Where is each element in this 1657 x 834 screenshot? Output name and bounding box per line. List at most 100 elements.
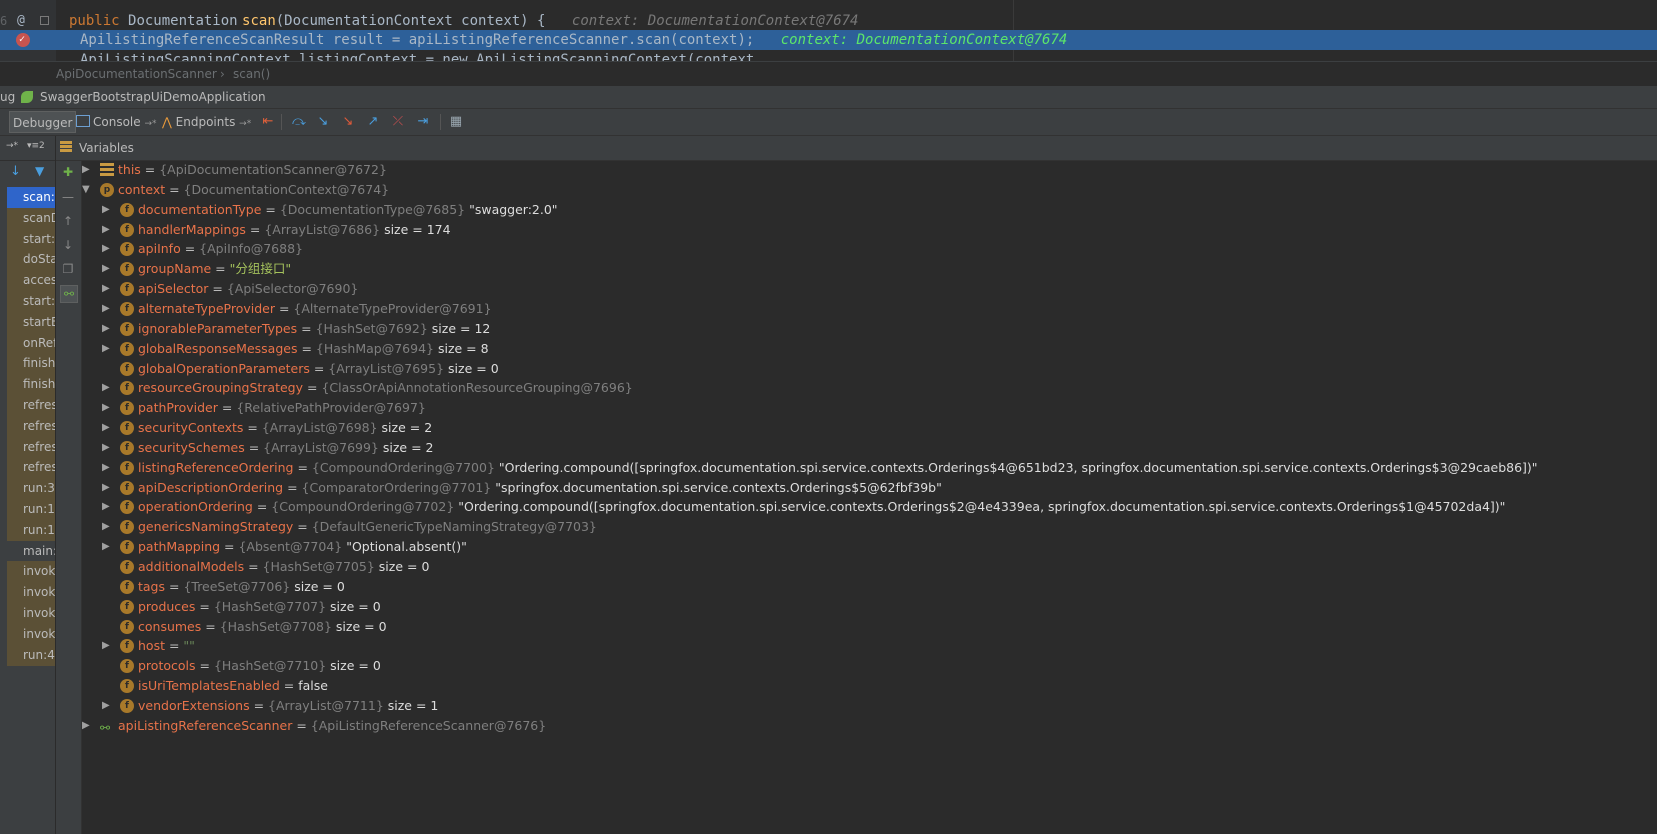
variable-row[interactable]: f protocols = {HashSet@7710} size = 0 bbox=[56, 656, 1657, 676]
variable-row[interactable]: ▶ f listingReferenceOrdering = {CompoundOr… bbox=[56, 458, 1657, 478]
variable-row[interactable]: ▶ f alternateTypeProvider = {AlternateType… bbox=[56, 299, 1657, 319]
expand-arrow-icon[interactable]: ▶ bbox=[102, 239, 112, 259]
variable-row[interactable]: ▶ f genericsNamingStrategy = {DefaultGener… bbox=[56, 517, 1657, 537]
frame-item[interactable]: main: bbox=[7, 540, 55, 562]
frame-item[interactable]: doSta bbox=[7, 249, 55, 271]
expand-arrow-icon[interactable]: ▶ bbox=[102, 398, 112, 418]
expand-arrow-icon[interactable]: ▶ bbox=[102, 478, 112, 498]
variable-row[interactable]: ▶ f host = "" bbox=[56, 636, 1657, 656]
expand-arrow-icon[interactable]: ▶ bbox=[102, 517, 112, 537]
variable-row[interactable]: f tags = {TreeSet@7706} size = 0 bbox=[56, 577, 1657, 597]
variable-row[interactable]: ▶ f pathMapping = {Absent@7704} "Optional.… bbox=[56, 537, 1657, 557]
variable-row[interactable]: ▶ f vendorExtensions = {ArrayList@7711} si… bbox=[56, 696, 1657, 716]
fold-icon[interactable] bbox=[40, 16, 49, 25]
expand-arrow-icon[interactable]: ▶ bbox=[102, 438, 112, 458]
tab-debugger[interactable]: Debugger bbox=[9, 111, 77, 133]
variable-row[interactable]: ▶ f securitySchemes = {ArrayList@7699} siz… bbox=[56, 438, 1657, 458]
variable-row[interactable]: f globalOperationParameters = {ArrayList@… bbox=[56, 359, 1657, 379]
expand-arrow-icon[interactable]: ▶ bbox=[102, 339, 112, 359]
variable-row[interactable]: ▶ f documentationType = {DocumentationType… bbox=[56, 200, 1657, 220]
variable-row[interactable]: ▶ f resourceGroupingStrategy = {ClassOrApi… bbox=[56, 378, 1657, 398]
frame-item[interactable]: run:33 bbox=[7, 478, 55, 500]
variable-row[interactable]: ▶ this = {ApiDocumentationScanner@7672} bbox=[56, 160, 1657, 180]
run-config-tab[interactable]: SwaggerBootstrapUiDemoApplication bbox=[40, 90, 266, 104]
tab-console[interactable]: Console →* bbox=[76, 111, 157, 133]
code-line-method-signature[interactable]: 6 @ public Documentation scan(Documentat… bbox=[0, 11, 1657, 31]
frame-item[interactable]: run:12 bbox=[7, 499, 55, 520]
frame-item[interactable]: start:3 bbox=[7, 291, 55, 312]
expand-arrow-icon[interactable]: ▶ bbox=[102, 537, 112, 557]
frame-item[interactable]: run:12 bbox=[7, 519, 55, 541]
expand-arrow-icon[interactable]: ▶ bbox=[102, 200, 112, 220]
expand-arrow-icon[interactable]: ▶ bbox=[82, 716, 92, 736]
frame-item[interactable]: scan:6 bbox=[7, 187, 55, 208]
frames-filter-selector[interactable]: ▾≡2 bbox=[27, 141, 45, 151]
drop-frame-icon[interactable]: ⤫ bbox=[390, 114, 406, 130]
variable-row[interactable]: f isUriTemplatesEnabled = false bbox=[56, 676, 1657, 696]
variable-name: this bbox=[118, 162, 141, 177]
variable-row[interactable]: ▶ f operationOrdering = {CompoundOrdering@… bbox=[56, 497, 1657, 517]
variable-row[interactable]: f consumes = {HashSet@7708} size = 0 bbox=[56, 617, 1657, 637]
move-down-icon[interactable]: ↓ bbox=[10, 164, 21, 179]
variable-row[interactable]: ▶ f securityContexts = {ArrayList@7698} si… bbox=[56, 418, 1657, 438]
variable-row[interactable]: f additionalModels = {HashSet@7705} size … bbox=[56, 557, 1657, 577]
variable-row[interactable]: ▶ f apiSelector = {ApiSelector@7690} bbox=[56, 279, 1657, 299]
variable-row[interactable]: ▶ f groupName = "分组接口" bbox=[56, 259, 1657, 279]
thread-selector[interactable]: →* bbox=[6, 141, 18, 151]
variable-row[interactable]: ▶ f pathProvider = {RelativePathProvider@7… bbox=[56, 398, 1657, 418]
frame-item[interactable]: onRef bbox=[7, 332, 55, 354]
frame-item[interactable]: invok bbox=[7, 603, 55, 624]
frame-item[interactable]: invok bbox=[7, 561, 55, 583]
variable-row[interactable]: ▶ f apiInfo = {ApiInfo@7688} bbox=[56, 239, 1657, 259]
show-execution-point-icon[interactable]: ⇤ bbox=[260, 114, 276, 130]
frame-item[interactable]: invok bbox=[7, 582, 55, 604]
expand-arrow-icon[interactable]: ▶ bbox=[102, 458, 112, 478]
variable-row[interactable]: ▶ f handlerMappings = {ArrayList@7686} siz… bbox=[56, 220, 1657, 240]
frame-item[interactable]: invok bbox=[7, 623, 55, 645]
run-to-cursor-icon[interactable]: ⇥ bbox=[415, 114, 431, 130]
evaluate-expression-icon[interactable]: ▦ bbox=[448, 114, 464, 130]
frame-item[interactable]: refres bbox=[7, 395, 55, 416]
breadcrumb-class[interactable]: ApiDocumentationScanner bbox=[56, 67, 217, 81]
expand-arrow-icon[interactable]: ▶ bbox=[102, 636, 112, 656]
variable-row[interactable]: ▶ f globalResponseMessages = {HashMap@7694… bbox=[56, 339, 1657, 359]
expand-arrow-icon[interactable]: ▶ bbox=[82, 160, 92, 180]
frame-item[interactable]: refres bbox=[7, 457, 55, 479]
expand-arrow-icon[interactable]: ▶ bbox=[102, 279, 112, 299]
collapse-arrow-icon[interactable]: ▼ bbox=[82, 180, 92, 200]
code-line-current-execution[interactable]: ApilistingReferenceScanResult result = a… bbox=[0, 30, 1657, 50]
frame-item[interactable]: scanD bbox=[7, 207, 55, 229]
breakpoint-icon[interactable] bbox=[16, 30, 30, 50]
step-into-icon[interactable]: ↘ bbox=[315, 114, 331, 130]
code-editor[interactable]: 6 @ public Documentation scan(Documentat… bbox=[0, 0, 1657, 61]
frame-item[interactable]: acces bbox=[7, 270, 55, 292]
expand-arrow-icon[interactable]: ▶ bbox=[102, 299, 112, 319]
step-out-icon[interactable]: ↗ bbox=[365, 114, 381, 130]
frame-item[interactable]: refres bbox=[7, 436, 55, 458]
force-step-into-icon[interactable]: ↘ bbox=[340, 114, 356, 130]
step-over-icon[interactable]: ⤼ bbox=[291, 114, 307, 130]
frame-item[interactable]: start:1 bbox=[7, 228, 55, 250]
expand-arrow-icon[interactable]: ▶ bbox=[102, 259, 112, 279]
frame-item[interactable]: finishI bbox=[7, 353, 55, 375]
expand-arrow-icon[interactable]: ▶ bbox=[102, 418, 112, 438]
frame-item[interactable]: run:49 bbox=[7, 644, 55, 666]
variable-row[interactable]: f produces = {HashSet@7707} size = 0 bbox=[56, 597, 1657, 617]
breadcrumb-method[interactable]: scan() bbox=[233, 67, 270, 81]
expand-arrow-icon[interactable]: ▶ bbox=[102, 220, 112, 240]
override-icon[interactable]: @ bbox=[17, 11, 25, 31]
code-line-partial[interactable]: ApiListingScanningContext listingContext… bbox=[0, 50, 1657, 61]
expand-arrow-icon[interactable]: ▶ bbox=[102, 497, 112, 517]
expand-arrow-icon[interactable]: ▶ bbox=[102, 319, 112, 339]
variable-row[interactable]: ▶ f apiDescriptionOrdering = {ComparatorOr… bbox=[56, 478, 1657, 498]
filter-icon[interactable]: ▼ bbox=[35, 164, 44, 178]
tab-endpoints[interactable]: ⋀ Endpoints →* bbox=[162, 111, 251, 133]
variable-row[interactable]: ▶ f ignorableParameterTypes = {HashSet@769… bbox=[56, 319, 1657, 339]
variable-row[interactable]: ▶ ⚯ apiListingReferenceScanner = {ApiListi… bbox=[56, 716, 1657, 736]
frame-item[interactable]: startB bbox=[7, 311, 55, 333]
frame-item[interactable]: finishI bbox=[7, 374, 55, 396]
expand-arrow-icon[interactable]: ▶ bbox=[102, 696, 112, 716]
variable-row[interactable]: ▼ p context = {DocumentationContext@7674} bbox=[56, 180, 1657, 200]
expand-arrow-icon[interactable]: ▶ bbox=[102, 378, 112, 398]
frame-item[interactable]: refres bbox=[7, 415, 55, 437]
